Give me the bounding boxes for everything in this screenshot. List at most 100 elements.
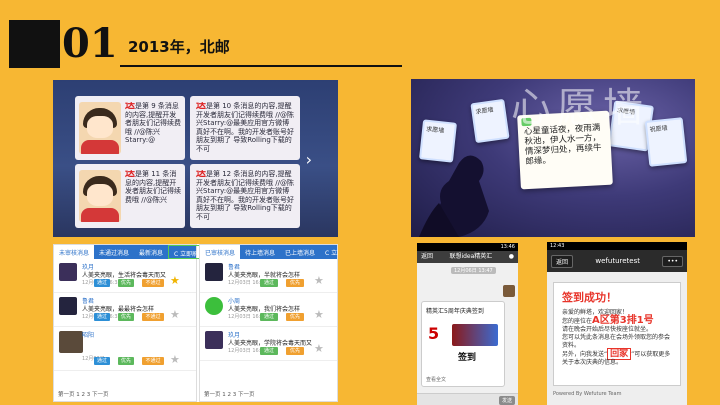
seat-label: 您的座位在 [562,318,593,325]
message-text: 人美夹亮眼，学院将会毒天而又 [228,340,313,347]
send-button[interactable]: 发送 [498,396,515,405]
tab-rejected[interactable]: 未通过消息 [94,245,134,259]
priority-button[interactable]: 优先 [118,313,134,321]
refresh-button[interactable]: C 立即刷新 [320,245,338,259]
wish-card-small: 祝愿墙 [644,117,688,167]
chat-input-bar[interactable]: 发送 [417,393,518,405]
table-row: 玖月 人美夹亮眼，学院将会毒天而又 12月03日 16:31 通过 优先 ★ [200,327,337,361]
avatar [503,285,515,297]
table-row: 鲁君 人美夹亮眼，半就将会怎样 12月03日 16:33 通过 优先 ★ [200,259,337,293]
wall-card: 送是第 9 条消息的内容,提醒开发者朋友们记得续费哦 //@陈兴Starry:@ [75,96,185,160]
message-text: 人美夹亮眼，我们将会怎样 [228,306,301,313]
reject-button[interactable]: 不通过 [142,279,164,287]
approve-button[interactable]: 通过 [94,357,110,365]
wechat-avatar-icon [205,297,223,315]
header-underline [120,65,402,67]
star-icon[interactable]: ★ [314,274,324,287]
approve-button[interactable]: 通过 [94,279,110,287]
table-row: 鲁君 人美夹亮眼，最最将会怎样 12月03日 16:32 通过 优先 不通过 ★ [54,293,196,327]
header-black-block [9,20,60,68]
wall-card: 送是第 10 条消息的内容,提醒开发者朋友们记得续费哦 //@陈兴Starry:… [190,96,300,160]
approve-button[interactable]: 通过 [260,279,278,287]
chat-title: 联想idea精英汇 [449,253,493,260]
wish-card-small: 求愿墙 [419,119,457,163]
table-row: 小周 人美夹亮眼，我们将会怎样 12月03日 16:32 通过 优先 ★ [200,293,337,327]
reject-button[interactable]: 不通过 [142,357,164,365]
tab-queued[interactable]: 待上墙消息 [240,245,280,259]
tab-bar: 已审核消息 待上墙消息 已上墙消息 C 立即刷新 [200,245,338,259]
sign-in-label: 签到 [458,353,477,363]
wall-card: 送是第 11 条消息的内容,提醒开发者朋友们记得续费哦 //@陈兴 [75,164,185,228]
idea-logo-icon [452,324,498,346]
back-button[interactable]: 返回 [551,254,574,268]
section-title: 2013年，北邮 [128,38,230,56]
wall-card: 送是第 12 条消息的内容,提醒开发者朋友们记得续费哦 //@陈兴Starry:… [190,164,300,228]
checkin-success-card: 签到成功！ 亲爱的鲜塔，欢迎回家！ 您的座位在A区第3排1号 请在晚会开始后尽快… [553,282,681,386]
priority-button[interactable]: 优先 [118,279,134,287]
message-text: 人美夹亮眼，生活将会毒天而又 [82,272,167,279]
approved-column: 已审核消息 待上墙消息 已上墙消息 C 立即刷新 鲁君 人美夹亮眼，半就将会怎样… [199,244,338,402]
account-title: wefuturetest [595,257,640,265]
profile-icon[interactable]: ● [509,251,514,263]
seat-number: A区第3排1号 [592,315,654,326]
star-icon[interactable]: ★ [314,308,324,321]
instruction-line: 请在晚会开始后尽快按座位就坐。 [562,326,653,333]
anniversary-number: 5 [428,324,440,343]
star-icon[interactable]: ★ [314,342,324,355]
tab-bar: 未审核消息 未通过消息 最新消息 C 立即刷新 [54,245,211,259]
table-row: 昭阳 12月03日 通过 优先 不通过 ★ [54,327,196,371]
section-number: 01 [62,20,118,67]
avatar [205,331,223,349]
avatar [79,170,121,222]
tab-on-wall[interactable]: 已上墙消息 [280,245,320,259]
chat-header: 返回 联想idea精英汇 ● [417,251,518,263]
approve-button[interactable]: 通过 [94,313,110,321]
phone-chat-screenshot: 13:46 返回 联想idea精英汇 ● 12月06日 13:47 精英汇5周年… [417,243,518,405]
priority-button[interactable]: 优先 [286,347,304,355]
wish-wall-screenshot: 求愿墙 求愿墙 求愿墙 祝愿墙 心星童话夜，夜雨满秋池，伊人水一方，情深梦归处，… [411,79,695,237]
card-title: 精英汇5周年庆典签到 [426,308,484,315]
powered-by-footer: Powered By Wefuture Team [553,391,622,397]
priority-button[interactable]: 优先 [286,279,304,287]
table-row: 玖月 人美夹亮眼，生活将会毒天而又 12月03日 16:33 通过 优先 不通过… [54,259,196,293]
pagination[interactable]: 第一页 1 2 3 下一页 [58,390,109,398]
message-text: 人美夹亮眼，半就将会怎样 [228,272,301,279]
tab-latest[interactable]: 最新消息 [134,245,168,259]
message-text: 人美夹亮眼，最最将会怎样 [82,306,155,313]
approve-button[interactable]: 通过 [260,347,278,355]
web-admin-screenshot: 未审核消息 未通过消息 最新消息 C 立即刷新 玖月 人美夹亮眼，生活将会毒天而… [53,244,338,402]
next-arrow-icon[interactable]: › [306,150,312,169]
star-icon[interactable]: ★ [170,308,180,321]
chat-header: 返回 wefuturetest ••• [547,250,687,272]
tab-unreviewed[interactable]: 未审核消息 [54,245,95,259]
wish-wall-banner: 心愿墙 [511,85,649,131]
star-icon[interactable]: ★ [170,353,180,366]
reject-button[interactable]: 不通过 [142,313,164,321]
priority-button[interactable]: 优先 [118,357,134,365]
phone-checkin-screenshot: 12:43 返回 wefuturetest ••• 签到成功！ 亲爱的鲜塔，欢迎… [547,242,687,405]
avatar [205,263,223,281]
status-bar: 12:43 [547,242,687,250]
read-more-link[interactable]: 查看全文 [426,376,446,383]
message-wall-screenshot: 送是第 9 条消息的内容,提醒开发者朋友们记得续费哦 //@陈兴Starry:@… [53,80,338,237]
wall-card-text: 是第 10 条消息的内容,提醒开发者朋友们记得续费哦 //@陈兴Starry:@… [196,102,294,153]
approve-button[interactable]: 通过 [260,313,278,321]
back-button[interactable]: 返回 [421,251,433,263]
news-card[interactable]: 精英汇5周年庆典签到 5 签到 查看全文 [421,301,505,387]
pagination[interactable]: 第一页 1 2 3 下一页 [204,390,255,398]
tab-approved[interactable]: 已审核消息 [200,245,241,259]
priority-button[interactable]: 优先 [286,313,304,321]
chat-timestamp: 12月06日 13:47 [451,267,496,274]
avatar [59,297,77,315]
wish-card-small: 求愿墙 [470,98,510,144]
status-bar: 13:46 [417,243,518,251]
user-name: 昭阳 [82,332,95,339]
avatar [59,331,83,353]
more-menu-icon[interactable]: ••• [662,255,683,267]
checkin-heading: 签到成功！ [562,291,617,304]
wall-card-text: 是第 12 条消息的内容,提醒开发者朋友们记得续费哦 //@陈兴Starry:@… [196,170,294,221]
pending-column: 未审核消息 未通过消息 最新消息 C 立即刷新 玖月 人美夹亮眼，生活将会毒天而… [53,244,211,402]
star-icon[interactable]: ★ [170,274,180,287]
avatar [79,102,121,154]
avatar [59,263,77,281]
